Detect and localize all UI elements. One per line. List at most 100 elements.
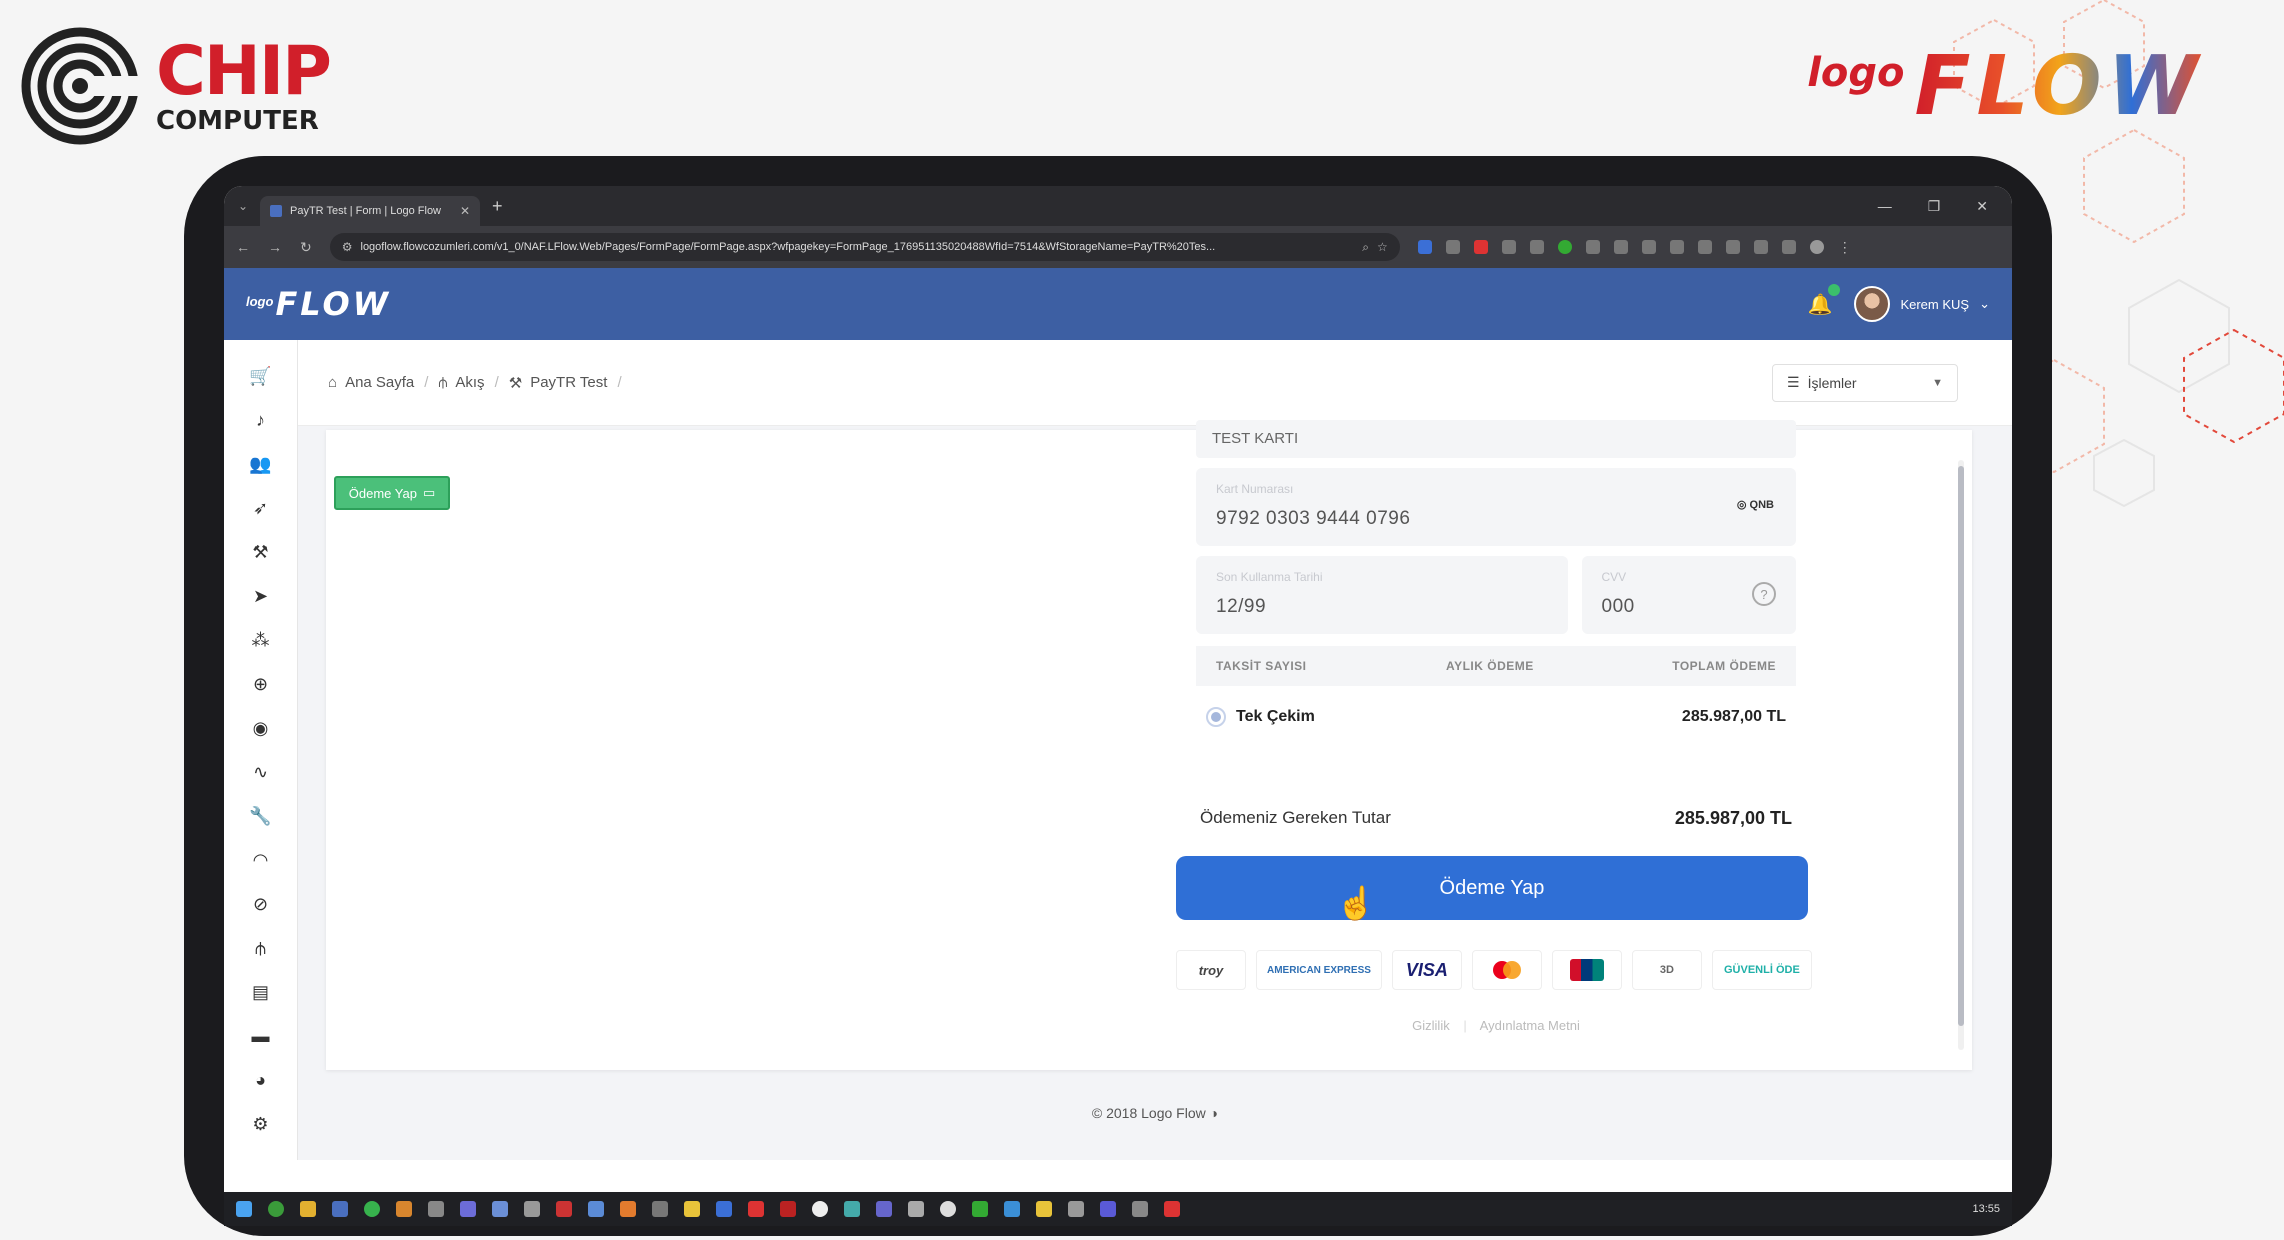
breadcrumb-flow[interactable]: ⫛ Akış [438, 374, 484, 391]
app-icon[interactable] [652, 1201, 668, 1217]
extension-icon[interactable] [1725, 240, 1740, 254]
pay-button[interactable]: Ödeme Yap ☝ [1176, 856, 1808, 921]
extension-icon[interactable] [1473, 240, 1488, 254]
bookmark-star-icon[interactable]: ☆ [1377, 240, 1388, 254]
browser-tab[interactable]: PayTR Test | Form | Logo Flow ✕ [260, 196, 480, 226]
app-icon[interactable] [620, 1201, 636, 1217]
card-number-field[interactable]: Kart Numarası 9792 0303 9444 0796 ◎ QNB [1196, 468, 1796, 546]
disclosure-link[interactable]: Aydınlatma Metni [1480, 1018, 1580, 1033]
privacy-link[interactable]: Gizlilik [1412, 1018, 1450, 1033]
app-icon[interactable] [556, 1201, 572, 1217]
app-icon[interactable] [1036, 1201, 1052, 1217]
islemler-dropdown[interactable]: ☰ İşlemler ▼ [1772, 363, 1958, 402]
user-menu[interactable]: Kerem KUŞ ⌄ [1854, 286, 1990, 322]
extension-icon[interactable] [1445, 240, 1460, 254]
sidebar-item[interactable]: ♪ [224, 398, 297, 442]
app-icon[interactable] [684, 1201, 700, 1217]
app-icon[interactable] [1164, 1201, 1180, 1217]
browser-menu-icon[interactable]: ⋮ [1838, 239, 1852, 256]
new-tab-icon[interactable]: + [492, 196, 503, 217]
address-bar[interactable]: ⚙ logoflow.flowcozumleri.com/v1_0/NAF.LF… [329, 233, 1400, 261]
minimize-icon[interactable]: — [1878, 198, 1892, 215]
app-icon[interactable] [460, 1201, 476, 1217]
app-icon[interactable] [428, 1201, 444, 1217]
sidebar-item[interactable]: ⫛ [224, 926, 297, 970]
app-icon[interactable] [1100, 1201, 1116, 1217]
tab-close-icon[interactable]: ✕ [460, 204, 470, 218]
sidebar-item[interactable]: ⊕ [224, 662, 297, 706]
app-icon[interactable] [1132, 1201, 1148, 1217]
extension-icon[interactable] [1697, 240, 1712, 254]
sidebar-item[interactable]: ◕ [224, 1058, 297, 1102]
breadcrumb-current[interactable]: ⚒ PayTR Test [509, 374, 608, 392]
site-info-icon[interactable]: ⚙ [342, 240, 353, 254]
extension-icon[interactable] [1557, 240, 1572, 254]
extension-icon[interactable] [1417, 240, 1432, 254]
sidebar-item[interactable]: ∿ [224, 750, 297, 794]
app-icon[interactable] [492, 1201, 508, 1217]
app-icon[interactable] [812, 1201, 828, 1217]
app-icon[interactable] [396, 1201, 412, 1217]
extension-icon[interactable] [1641, 240, 1656, 254]
start-icon[interactable] [236, 1201, 252, 1217]
tab-search-icon[interactable]: ⌄ [232, 195, 254, 217]
restore-icon[interactable]: ❐ [1928, 198, 1941, 215]
help-icon[interactable]: ? [1752, 582, 1776, 606]
close-window-icon[interactable]: ✕ [1976, 198, 1988, 215]
chrome-icon[interactable] [268, 1201, 284, 1217]
radio-button[interactable] [1206, 707, 1226, 727]
cvv-value: 000 [1601, 596, 1635, 617]
extension-icon[interactable] [1613, 240, 1628, 254]
extension-icon[interactable] [1781, 240, 1796, 254]
odeme-yap-small-button[interactable]: Ödeme Yap ▭ [334, 476, 450, 510]
extension-icon[interactable] [1585, 240, 1600, 254]
forward-icon[interactable]: → [268, 239, 282, 255]
explorer-icon[interactable] [300, 1201, 316, 1217]
extension-icon[interactable] [1753, 240, 1768, 254]
app-icon[interactable] [780, 1201, 796, 1217]
sidebar-item[interactable]: ⁂ [224, 618, 297, 662]
app-logo[interactable]: logo FLOW [246, 285, 391, 323]
app-icon[interactable] [332, 1201, 348, 1217]
app-icon[interactable] [524, 1201, 540, 1217]
app-icon[interactable] [908, 1201, 924, 1217]
whatsapp-icon[interactable] [364, 1201, 380, 1217]
installment-option[interactable]: Tek Çekim 285.987,00 TL [1196, 686, 1796, 748]
sidebar-item[interactable]: 👥 [224, 442, 297, 486]
extension-icon[interactable] [1669, 240, 1684, 254]
notification-bell-icon[interactable]: 🔔 [1808, 283, 1841, 317]
scrollbar[interactable] [1958, 460, 1964, 1050]
sidebar-item[interactable]: ➶ [224, 486, 297, 530]
sidebar-item[interactable]: ⚒ [224, 530, 297, 574]
app-icon[interactable] [716, 1201, 732, 1217]
scrollbar-thumb[interactable] [1958, 466, 1964, 1026]
search-icon[interactable] [1068, 1201, 1084, 1217]
app-icon[interactable] [748, 1201, 764, 1217]
sidebar-item[interactable]: 🔧 [224, 794, 297, 838]
sidebar-item[interactable]: ◉ [224, 706, 297, 750]
app-icon[interactable] [876, 1201, 892, 1217]
reload-icon[interactable]: ↻ [300, 239, 312, 256]
app-icon[interactable] [844, 1201, 860, 1217]
sidebar-item[interactable]: ➤ [224, 574, 297, 618]
sidebar-item[interactable]: 🛒 [224, 354, 297, 398]
back-icon[interactable]: ← [236, 239, 250, 255]
expiry-field[interactable]: Son Kullanma Tarihi 12/99 [1196, 556, 1568, 634]
sidebar-item[interactable]: ▤ [224, 970, 297, 1014]
app-icon[interactable] [1004, 1201, 1020, 1217]
sidebar-item[interactable]: ◠ [224, 838, 297, 882]
zoom-icon[interactable]: ⌕ [1362, 240, 1369, 255]
app-icon[interactable] [972, 1201, 988, 1217]
bank-name: QNB [1749, 499, 1774, 511]
breadcrumb-home[interactable]: ⌂ Ana Sayfa [328, 374, 414, 391]
extension-icon[interactable] [1529, 240, 1544, 254]
sidebar-item[interactable]: ⊘ [224, 882, 297, 926]
taskbar: 13:55 [224, 1192, 2012, 1226]
app-icon[interactable] [588, 1201, 604, 1217]
app-icon[interactable] [940, 1201, 956, 1217]
extension-icon[interactable] [1501, 240, 1516, 254]
sidebar-item[interactable]: ⚙ [224, 1102, 297, 1146]
profile-icon[interactable] [1809, 240, 1824, 254]
sidebar-item[interactable]: ▬ [224, 1014, 297, 1058]
cvv-field[interactable]: CVV 000 ? [1581, 556, 1796, 634]
